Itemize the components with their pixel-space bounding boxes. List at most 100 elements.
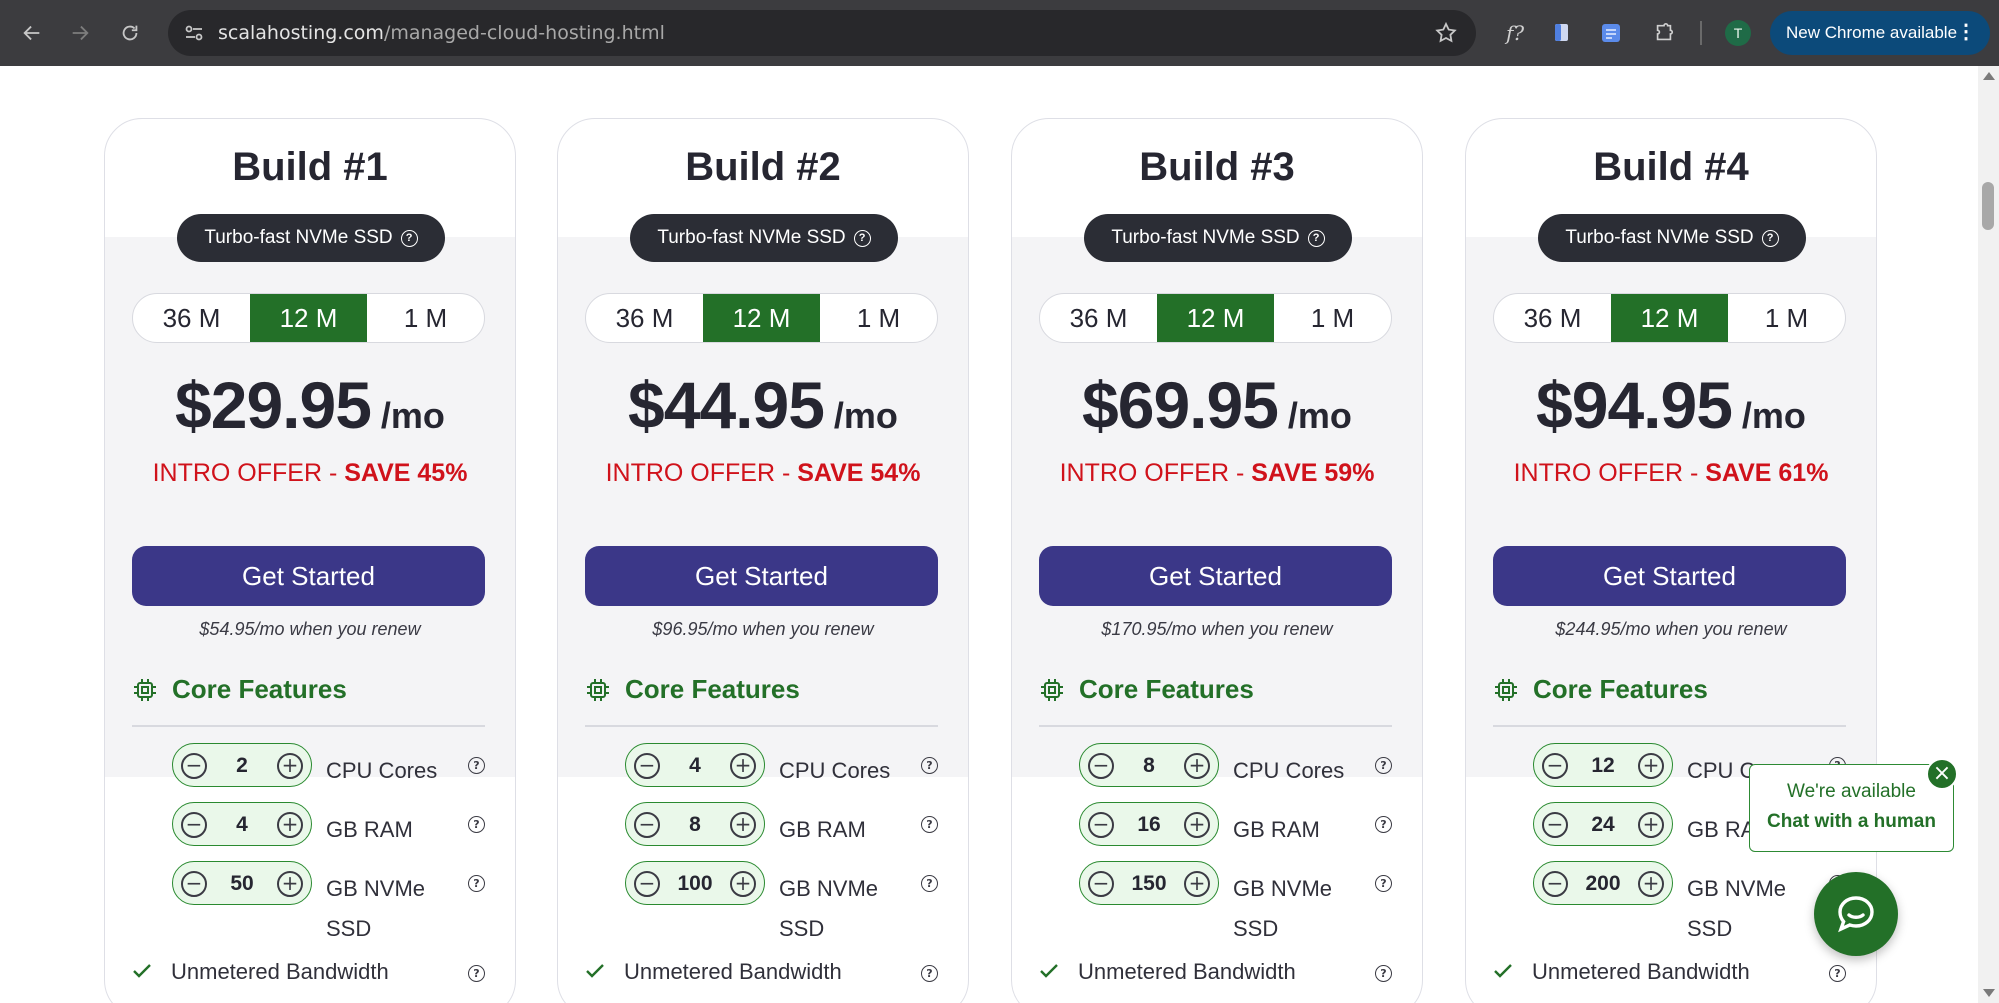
ssd-value[interactable]: 200: [1572, 872, 1634, 896]
minus-circle-icon[interactable]: −: [181, 753, 207, 779]
chat-with-human-text[interactable]: Chat with a human: [1750, 811, 1953, 833]
question-circle-icon[interactable]: ?: [468, 816, 485, 833]
get-started-button[interactable]: Get Started: [1039, 546, 1392, 606]
profile-avatar[interactable]: T: [1725, 20, 1751, 46]
ram-value[interactable]: 8: [664, 813, 726, 837]
plus-circle-icon[interactable]: +: [277, 871, 303, 897]
term-option-12m[interactable]: 12 M: [703, 294, 820, 342]
get-started-button[interactable]: Get Started: [585, 546, 938, 606]
extension-fx-icon[interactable]: f?: [1501, 19, 1529, 47]
question-circle-icon[interactable]: ?: [1375, 965, 1392, 982]
ram-value[interactable]: 4: [211, 813, 273, 837]
question-circle-icon[interactable]: ?: [400, 229, 418, 247]
question-circle-icon[interactable]: ?: [921, 875, 938, 892]
minus-circle-icon[interactable]: −: [634, 753, 660, 779]
cpu-cores-value[interactable]: 2: [211, 754, 273, 778]
minus-circle-icon[interactable]: −: [1088, 753, 1114, 779]
term-option-1m[interactable]: 1 M: [1274, 294, 1391, 342]
storage-badge[interactable]: Turbo-fast NVMe SSD ?: [177, 214, 445, 262]
cpu-cores-stepper[interactable]: − 12 +: [1533, 743, 1673, 787]
term-option-1m[interactable]: 1 M: [1728, 294, 1845, 342]
question-circle-icon[interactable]: ?: [853, 229, 871, 247]
cpu-cores-stepper[interactable]: − 4 +: [625, 743, 765, 787]
plus-circle-icon[interactable]: +: [730, 753, 756, 779]
minus-circle-icon[interactable]: −: [634, 871, 660, 897]
storage-badge[interactable]: Turbo-fast NVMe SSD ?: [630, 214, 898, 262]
cpu-cores-value[interactable]: 12: [1572, 754, 1634, 778]
forward-button[interactable]: [60, 13, 100, 53]
storage-badge[interactable]: Turbo-fast NVMe SSD ?: [1084, 214, 1352, 262]
cpu-cores-stepper[interactable]: − 8 +: [1079, 743, 1219, 787]
question-circle-icon[interactable]: ?: [468, 875, 485, 892]
ssd-stepper[interactable]: − 150 +: [1079, 861, 1219, 905]
question-circle-icon[interactable]: ?: [468, 965, 485, 982]
more-menu-icon[interactable]: ⋮: [1956, 22, 1976, 42]
minus-circle-icon[interactable]: −: [181, 871, 207, 897]
extension-document-icon[interactable]: [1548, 19, 1576, 47]
ssd-stepper[interactable]: − 200 +: [1533, 861, 1673, 905]
get-started-button[interactable]: Get Started: [132, 546, 485, 606]
reload-button[interactable]: [110, 13, 150, 53]
term-option-36m[interactable]: 36 M: [133, 294, 250, 342]
new-chrome-available-button[interactable]: New Chrome available ⋮: [1770, 11, 1990, 55]
ram-stepper[interactable]: − 16 +: [1079, 802, 1219, 846]
ram-stepper[interactable]: − 4 +: [172, 802, 312, 846]
url-text[interactable]: scalahosting.com/managed-cloud-hosting.h…: [218, 22, 665, 44]
plus-circle-icon[interactable]: +: [730, 812, 756, 838]
site-settings-icon[interactable]: [182, 21, 206, 45]
ssd-stepper[interactable]: − 50 +: [172, 861, 312, 905]
term-option-12m[interactable]: 12 M: [1611, 294, 1728, 342]
plus-circle-icon[interactable]: +: [1184, 812, 1210, 838]
minus-circle-icon[interactable]: −: [1542, 871, 1568, 897]
get-started-button[interactable]: Get Started: [1493, 546, 1846, 606]
ram-value[interactable]: 24: [1572, 813, 1634, 837]
page-scrollbar[interactable]: [1978, 66, 1999, 1003]
scroll-thumb[interactable]: [1982, 182, 1994, 230]
ram-value[interactable]: 16: [1118, 813, 1180, 837]
plus-circle-icon[interactable]: +: [1184, 871, 1210, 897]
term-option-12m[interactable]: 12 M: [1157, 294, 1274, 342]
term-option-36m[interactable]: 36 M: [586, 294, 703, 342]
plus-circle-icon[interactable]: +: [730, 871, 756, 897]
term-option-1m[interactable]: 1 M: [820, 294, 937, 342]
minus-circle-icon[interactable]: −: [1542, 753, 1568, 779]
chat-close-icon[interactable]: ×: [1926, 758, 1958, 790]
question-circle-icon[interactable]: ?: [1375, 875, 1392, 892]
back-button[interactable]: [12, 13, 52, 53]
chat-launcher-button[interactable]: [1814, 872, 1898, 956]
minus-circle-icon[interactable]: −: [181, 812, 207, 838]
cpu-cores-value[interactable]: 8: [1118, 754, 1180, 778]
question-circle-icon[interactable]: ?: [921, 816, 938, 833]
term-option-36m[interactable]: 36 M: [1494, 294, 1611, 342]
extension-notes-icon[interactable]: [1597, 19, 1625, 47]
minus-circle-icon[interactable]: −: [1542, 812, 1568, 838]
question-circle-icon[interactable]: ?: [1375, 757, 1392, 774]
ssd-value[interactable]: 150: [1118, 872, 1180, 896]
ssd-value[interactable]: 50: [211, 872, 273, 896]
ssd-value[interactable]: 100: [664, 872, 726, 896]
ssd-stepper[interactable]: − 100 +: [625, 861, 765, 905]
storage-badge[interactable]: Turbo-fast NVMe SSD ?: [1538, 214, 1806, 262]
ram-stepper[interactable]: − 8 +: [625, 802, 765, 846]
scroll-up-arrow-icon[interactable]: [1983, 72, 1995, 80]
question-circle-icon[interactable]: ?: [1761, 229, 1779, 247]
cpu-cores-stepper[interactable]: − 2 +: [172, 743, 312, 787]
plus-circle-icon[interactable]: +: [1638, 753, 1664, 779]
question-circle-icon[interactable]: ?: [1829, 965, 1846, 982]
plus-circle-icon[interactable]: +: [1184, 753, 1210, 779]
minus-circle-icon[interactable]: −: [1088, 812, 1114, 838]
question-circle-icon[interactable]: ?: [468, 757, 485, 774]
plus-circle-icon[interactable]: +: [1638, 812, 1664, 838]
minus-circle-icon[interactable]: −: [1088, 871, 1114, 897]
chat-invite-bubble[interactable]: We're available Chat with a human: [1749, 764, 1954, 852]
question-circle-icon[interactable]: ?: [1307, 229, 1325, 247]
minus-circle-icon[interactable]: −: [634, 812, 660, 838]
question-circle-icon[interactable]: ?: [921, 965, 938, 982]
scroll-down-arrow-icon[interactable]: [1983, 989, 1995, 997]
extensions-puzzle-icon[interactable]: [1650, 19, 1678, 47]
question-circle-icon[interactable]: ?: [1375, 816, 1392, 833]
term-option-36m[interactable]: 36 M: [1040, 294, 1157, 342]
question-circle-icon[interactable]: ?: [921, 757, 938, 774]
cpu-cores-value[interactable]: 4: [664, 754, 726, 778]
plus-circle-icon[interactable]: +: [277, 753, 303, 779]
